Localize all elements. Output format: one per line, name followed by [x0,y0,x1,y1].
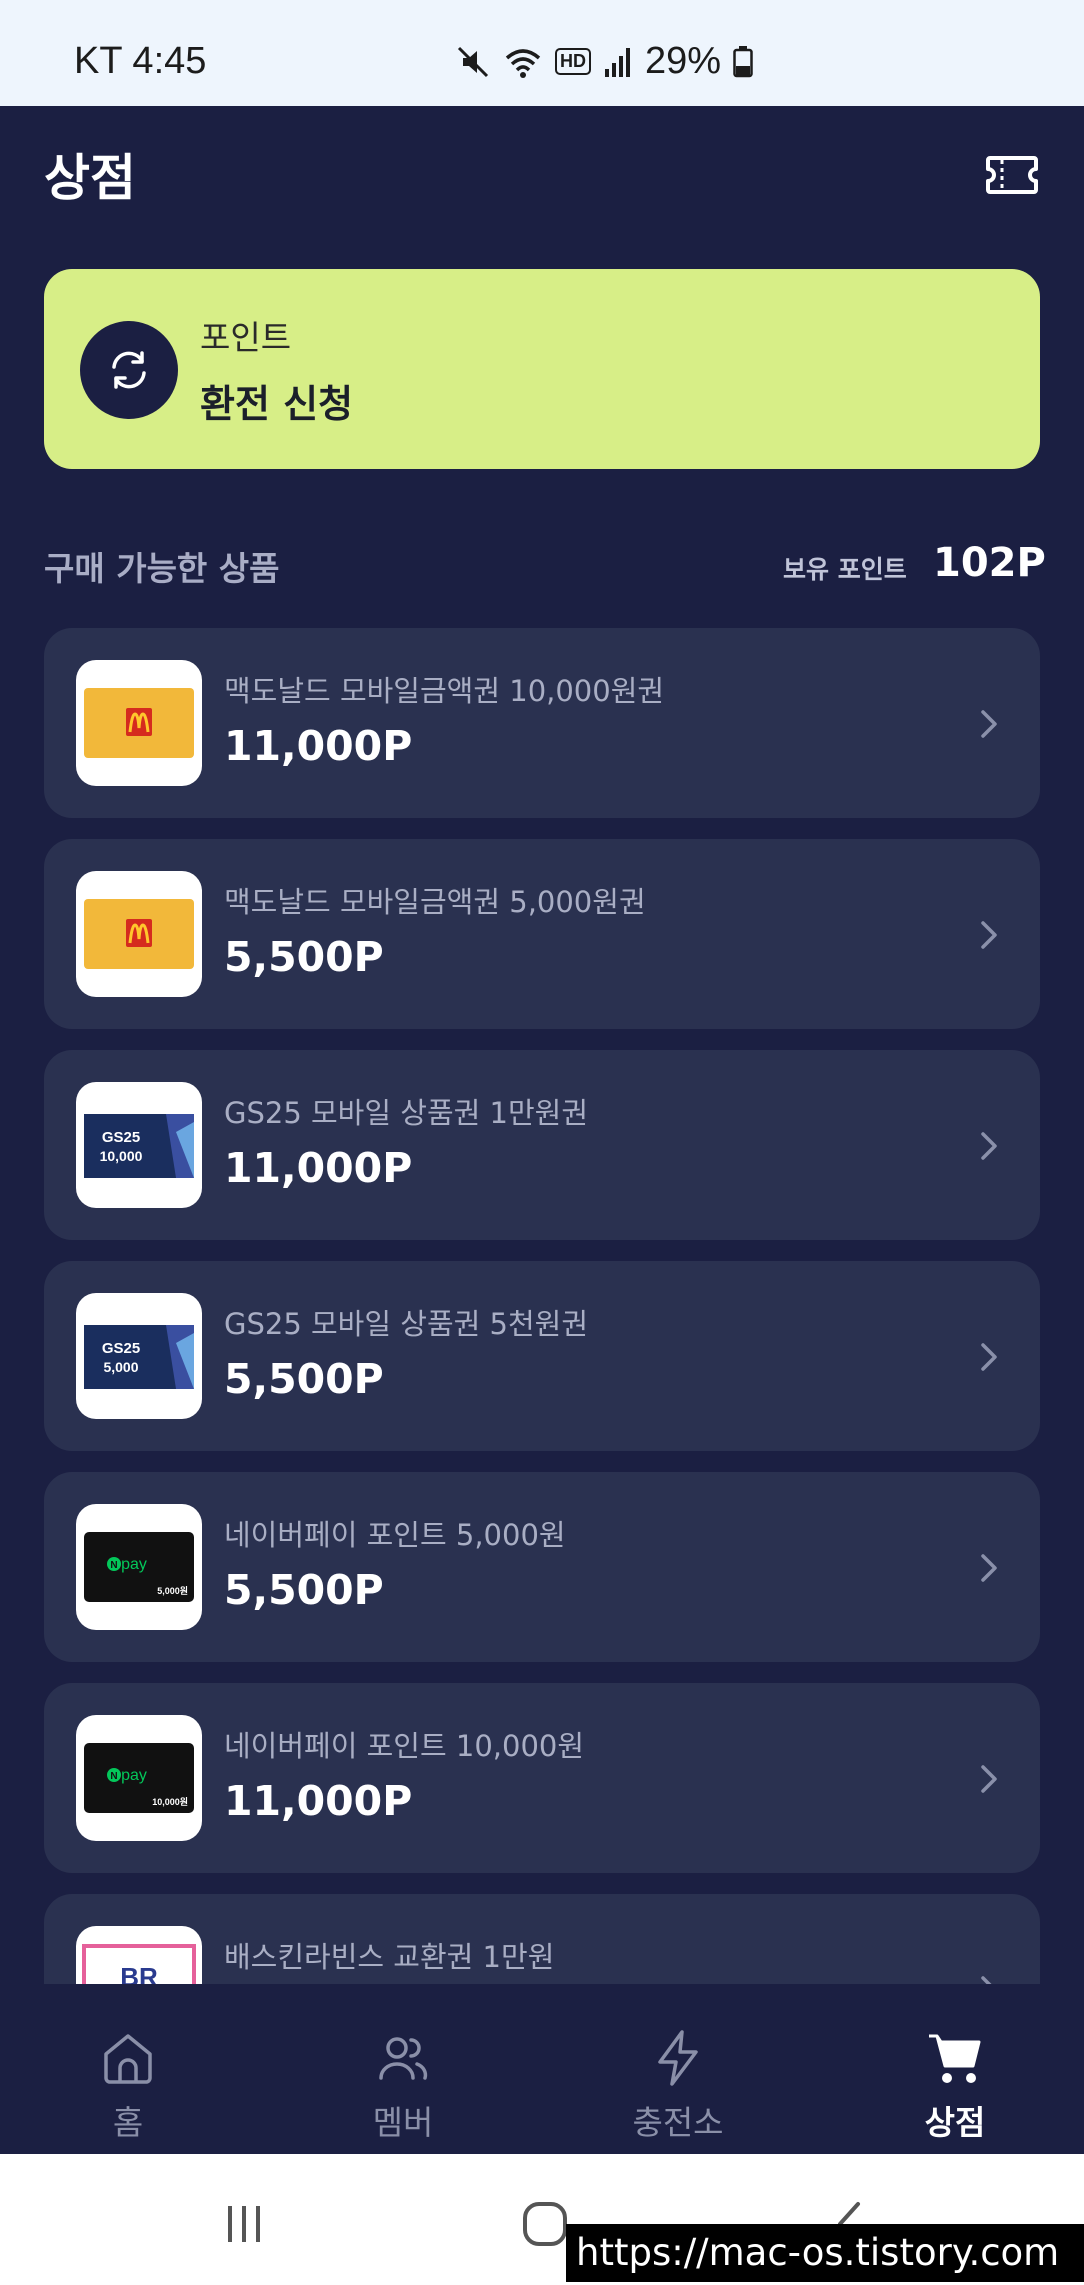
product-thumbnail: N pay 5,000원 [76,1504,202,1630]
product-name: 맥도날드 모바일금액권 5,000원권 [224,885,646,919]
product-item[interactable]: GS25 5,000 GS25 모바일 상품권 5천원권 5,500P [44,1261,1040,1451]
product-price: 5,500P [224,1355,384,1403]
gs25-card-icon: GS25 10,000 [84,1114,194,1178]
hd-icon: HD [555,48,591,75]
status-bar: KT 4:45 HD 29% [0,0,1084,106]
product-item[interactable]: N pay 10,000원 네이버페이 포인트 10,000원 11,000P [44,1683,1040,1873]
product-price: 5,500P [224,933,384,981]
exchange-subtitle: 포인트 [200,318,292,357]
cart-icon [929,2034,981,2083]
product-thumbnail: N pay 10,000원 [76,1715,202,1841]
product-thumbnail [76,660,202,786]
npay-brand: pay [121,1556,147,1573]
battery-percent: 29% [645,40,722,82]
product-item[interactable]: 맥도날드 모바일금액권 10,000원권 11,000P [44,628,1040,818]
nav-label: 충전소 [632,2103,724,2142]
signal-icon [605,47,630,77]
naver-pay-card-icon: N pay 5,000원 [84,1532,194,1602]
gs25-card-icon: GS25 5,000 [84,1325,194,1389]
product-name: 배스킨라빈스 교환권 1만원 [224,1940,555,1974]
product-price: 11,000P [224,722,413,770]
mcdonalds-logo-icon [84,899,194,969]
product-item[interactable]: GS25 10,000 GS25 모바일 상품권 1만원권 11,000P [44,1050,1040,1240]
battery-icon [733,45,753,77]
product-price: 11,000P [224,1144,413,1192]
chevron-right-icon [981,921,997,949]
product-name: GS25 모바일 상품권 5천원권 [224,1307,589,1341]
app-screen: 상점 포인트 환전 신청 구매 가능한 상품 보유 포인트 102P 맥도날드 … [0,106,1084,2154]
watermark: https://mac-os.tistory.com [566,2224,1084,2282]
nav-label: 상점 [924,2103,986,2142]
wifi-icon [505,48,541,78]
mute-icon [457,46,489,77]
product-name: 맥도날드 모바일금액권 10,000원권 [224,674,665,708]
product-thumbnail: GS25 10,000 [76,1082,202,1208]
nav-item-shop[interactable]: 상점 [855,1984,1055,2154]
carrier-time: KT 4:45 [74,40,207,82]
product-price: 11,000P [224,1777,413,1825]
product-name: 네이버페이 포인트 10,000원 [224,1729,585,1763]
lightning-icon [658,2030,698,2086]
nav-item-charging[interactable]: 충전소 [578,1984,778,2154]
product-thumbnail: GS25 5,000 [76,1293,202,1419]
gs25-brand: GS25 [102,1129,140,1146]
chevron-right-icon [981,1343,997,1371]
recent-apps-icon[interactable] [214,2194,274,2254]
naver-pay-card-icon: N pay 10,000원 [84,1743,194,1813]
gs25-amount: 5,000 [103,1359,138,1375]
points-value: 102P [933,540,1046,586]
chevron-right-icon [981,1765,997,1793]
product-item[interactable]: N pay 5,000원 네이버페이 포인트 5,000원 5,500P [44,1472,1040,1662]
product-price: 5,500P [224,1566,384,1614]
chevron-right-icon [981,710,997,738]
nav-label: 멤버 [372,2103,434,2142]
status-icons: HD 29% [455,40,753,83]
svg-text:N: N [110,1771,117,1782]
npay-amount: 10,000원 [152,1796,188,1807]
refresh-icon [80,321,178,419]
mcdonalds-logo-icon [84,688,194,758]
product-name: GS25 모바일 상품권 1만원권 [224,1096,589,1130]
exchange-request-card[interactable]: 포인트 환전 신청 [44,269,1040,469]
exchange-title: 환전 신청 [200,382,354,426]
nav-item-members[interactable]: 멤버 [303,1984,503,2154]
product-item[interactable]: 맥도날드 모바일금액권 5,000원권 5,500P [44,839,1040,1029]
ticket-icon[interactable] [984,150,1040,200]
product-name: 네이버페이 포인트 5,000원 [224,1518,566,1552]
home-icon [104,2034,152,2084]
chevron-right-icon [981,1554,997,1582]
gs25-brand: GS25 [102,1340,140,1357]
npay-amount: 5,000원 [157,1585,188,1596]
page-title: 상점 [44,149,136,207]
svg-text:N: N [110,1560,117,1571]
chevron-right-icon [981,1132,997,1160]
section-title: 구매 가능한 상품 [44,549,280,588]
points-label: 보유 포인트 [783,555,907,584]
product-thumbnail [76,871,202,997]
bottom-navigation: 홈 멤버 충전소 상점 [0,1984,1084,2154]
gs25-amount: 10,000 [100,1148,143,1164]
members-icon [379,2037,428,2080]
nav-item-home[interactable]: 홈 [28,1984,228,2154]
nav-label: 홈 [112,2103,144,2142]
npay-brand: pay [121,1767,147,1784]
